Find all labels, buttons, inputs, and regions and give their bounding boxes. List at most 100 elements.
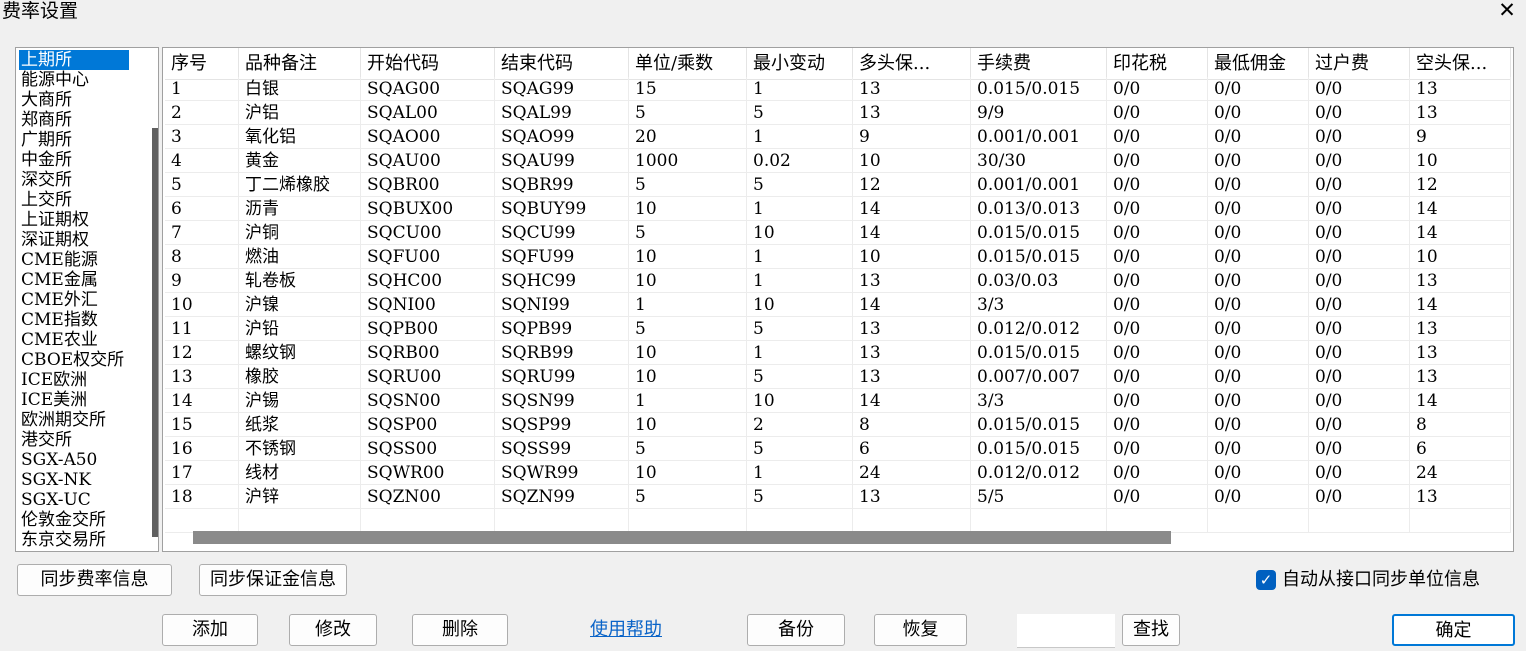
exchange-list[interactable]: 上期所 能源中心 大商所 郑商所 广期所 中金所 深交所 上交所 上证期权 深证期权 CME能源 CM… xyxy=(15,47,159,552)
exchange-item[interactable]: CME能源 xyxy=(19,250,98,270)
exchange-item[interactable]: CME外汇 xyxy=(19,290,98,310)
table-row[interactable] xyxy=(165,509,1511,533)
table-row[interactable]: 5 丁二烯橡胶 SQBR00 SQBR99 5 5 12 0.001/0.001 0/0 0/0 0… xyxy=(165,173,1511,197)
column-header[interactable]: 开始代码 xyxy=(361,48,495,80)
table-cell: 1 xyxy=(165,77,239,101)
table-cell: 10 xyxy=(165,293,239,317)
ok-button[interactable]: 确定 xyxy=(1392,614,1515,646)
list-scrollbar-thumb[interactable] xyxy=(152,128,158,537)
table-cell: SQNI00 xyxy=(361,293,495,317)
table-row[interactable]: 1 白银 SQAG00 SQAG99 15 1 13 0.015/0.015 0/0 0/0 0/0… xyxy=(165,77,1511,101)
table-cell: 2 xyxy=(747,413,853,437)
table-cell: SQSS99 xyxy=(495,437,629,461)
table-row[interactable]: 11 沪铅 SQPB00 SQPB99 5 5 13 0.012/0.012 0/0 0/0 0/0… xyxy=(165,317,1511,341)
table-cell: SQAL00 xyxy=(361,101,495,125)
table-cell: 12 xyxy=(1410,173,1511,197)
auto-sync-checkbox[interactable]: ✓ xyxy=(1256,570,1276,590)
table-cell xyxy=(1107,509,1208,533)
exchange-item[interactable]: SGX-A50 xyxy=(19,450,97,470)
sync-rate-button[interactable]: 同步费率信息 xyxy=(17,564,172,596)
modify-button[interactable]: 修改 xyxy=(289,614,377,646)
exchange-item[interactable]: 深交所 xyxy=(19,170,72,190)
column-header[interactable]: 单位/乘数 xyxy=(629,48,747,80)
add-button[interactable]: 添加 xyxy=(162,614,258,646)
exchange-item[interactable]: 欧洲期交所 xyxy=(19,410,106,430)
exchange-item[interactable]: 上期所 xyxy=(19,50,129,70)
table-row[interactable]: 3 氧化铝 SQAO00 SQAO99 20 1 9 0.001/0.001 0/0 0/0 0/0… xyxy=(165,125,1511,149)
exchange-item[interactable]: 能源中心 xyxy=(19,70,89,90)
column-header[interactable]: 最小变动 xyxy=(747,48,853,80)
exchange-item[interactable]: ICE美洲 xyxy=(19,390,87,410)
table-cell: SQWR00 xyxy=(361,461,495,485)
column-header[interactable]: 序号 xyxy=(165,48,239,80)
table-cell: 0/0 xyxy=(1107,293,1208,317)
table-row[interactable]: 13 橡胶 SQRU00 SQRU99 10 5 13 0.007/0.007 0/0 0/0 0/… xyxy=(165,365,1511,389)
delete-button[interactable]: 删除 xyxy=(412,614,508,646)
table-row[interactable]: 2 沪铝 SQAL00 SQAL99 5 5 13 9/9 0/0 0/0 0/0 13 xyxy=(165,101,1511,125)
table-row[interactable]: 4 黄金 SQAU00 SQAU99 1000 0.02 10 30/30 0/0 0/0 0/0 1… xyxy=(165,149,1511,173)
table-cell: 0/0 xyxy=(1309,461,1410,485)
exchange-item[interactable]: 上证期权 xyxy=(19,210,89,230)
table-row[interactable]: 16 不锈钢 SQSS00 SQSS99 5 5 6 0.015/0.015 0/0 0/0 0/0… xyxy=(165,437,1511,461)
exchange-item[interactable]: CME金属 xyxy=(19,270,98,290)
table-cell: 0/0 xyxy=(1107,437,1208,461)
table-cell xyxy=(361,509,495,533)
table-row[interactable]: 15 纸浆 SQSP00 SQSP99 10 2 8 0.015/0.015 0/0 0/0 0/0… xyxy=(165,413,1511,437)
exchange-item[interactable]: 港交所 xyxy=(19,430,72,450)
exchange-item[interactable]: 郑商所 xyxy=(19,110,72,130)
exchange-item[interactable]: SGX-NK xyxy=(19,470,91,490)
table-cell: 9/9 xyxy=(971,101,1107,125)
table-row[interactable]: 12 螺纹钢 SQRB00 SQRB99 10 1 13 0.015/0.015 0/0 0/0 0… xyxy=(165,341,1511,365)
close-icon[interactable]: ✕ xyxy=(1494,0,1520,22)
table-row[interactable]: 10 沪镍 SQNI00 SQNI99 1 10 14 3/3 0/0 0/0 0/0 14 xyxy=(165,293,1511,317)
exchange-item[interactable]: 深证期权 xyxy=(19,230,89,250)
table-row[interactable]: 8 燃油 SQFU00 SQFU99 10 1 10 0.015/0.015 0/0 0/0 0/0… xyxy=(165,245,1511,269)
exchange-item[interactable]: CME农业 xyxy=(19,330,98,350)
exchange-item[interactable]: 大商所 xyxy=(19,90,72,110)
table-cell: 0/0 xyxy=(1208,293,1309,317)
restore-button[interactable]: 恢复 xyxy=(874,614,967,646)
column-header[interactable]: 空头保... xyxy=(1410,48,1511,80)
table-cell: SQSS00 xyxy=(361,437,495,461)
table-cell: 沪锡 xyxy=(239,389,361,413)
exchange-item[interactable]: 伦敦金交所 xyxy=(19,510,106,530)
column-header[interactable]: 过户费 xyxy=(1309,48,1410,80)
table-cell: 0/0 xyxy=(1107,173,1208,197)
search-input[interactable] xyxy=(1017,614,1115,648)
table-cell: SQZN00 xyxy=(361,485,495,509)
exchange-item[interactable]: ICE欧洲 xyxy=(19,370,87,390)
exchange-item[interactable]: CBOE权交所 xyxy=(19,350,124,370)
table-row[interactable]: 6 沥青 SQBUX00 SQBUY99 10 1 14 0.013/0.013 0/0 0/0 0… xyxy=(165,197,1511,221)
rate-table: 序号 品种备注 开始代码 结束代码 单位/乘数 最小变动 多头保... 手续费 印花税 最低佣金过… xyxy=(162,47,1514,552)
exchange-item[interactable]: 广期所 xyxy=(19,130,72,150)
exchange-item[interactable]: CME指数 xyxy=(19,310,98,330)
table-row[interactable]: 14 沪锡 SQSN00 SQSN99 1 10 14 3/3 0/0 0/0 0/0 14 xyxy=(165,389,1511,413)
table-row[interactable]: 17 线材 SQWR00 SQWR99 10 1 24 0.012/0.012 0/0 0/0 0/… xyxy=(165,461,1511,485)
table-cell: 0.015/0.015 xyxy=(971,341,1107,365)
sync-margin-button[interactable]: 同步保证金信息 xyxy=(199,564,347,596)
auto-sync-option[interactable]: ✓ 自动从接口同步单位信息 xyxy=(1256,569,1480,591)
table-cell: SQRU00 xyxy=(361,365,495,389)
exchange-item[interactable]: 上交所 xyxy=(19,190,72,210)
column-header[interactable]: 手续费 xyxy=(971,48,1107,80)
table-cell: SQRB99 xyxy=(495,341,629,365)
table-cell: 不锈钢 xyxy=(239,437,361,461)
exchange-item[interactable]: 中金所 xyxy=(19,150,72,170)
backup-button[interactable]: 备份 xyxy=(747,614,845,646)
column-header[interactable]: 多头保... xyxy=(853,48,971,80)
table-cell: 13 xyxy=(1410,317,1511,341)
table-row[interactable]: 7 沪铜 SQCU00 SQCU99 5 10 14 0.015/0.015 0/0 0/0 0/0… xyxy=(165,221,1511,245)
exchange-item[interactable]: 东京交易所 xyxy=(19,530,106,550)
column-header[interactable]: 印花税 xyxy=(1107,48,1208,80)
table-cell: 4 xyxy=(165,149,239,173)
column-header[interactable]: 结束代码 xyxy=(495,48,629,80)
help-link[interactable]: 使用帮助 xyxy=(590,615,662,641)
table-row[interactable]: 18 沪锌 SQZN00 SQZN99 5 5 13 5/5 0/0 0/0 0/0 13 xyxy=(165,485,1511,509)
column-header[interactable]: 品种备注 xyxy=(239,48,361,80)
table-cell: 10 xyxy=(747,293,853,317)
table-horizontal-scrollbar[interactable] xyxy=(193,531,1171,544)
find-button[interactable]: 查找 xyxy=(1122,614,1180,646)
exchange-item[interactable]: SGX-UC xyxy=(19,490,91,510)
table-row[interactable]: 9 轧卷板 SQHC00 SQHC99 10 1 13 0.03/0.03 0/0 0/0 0/0 1… xyxy=(165,269,1511,293)
column-header[interactable]: 最低佣金 xyxy=(1208,48,1309,80)
